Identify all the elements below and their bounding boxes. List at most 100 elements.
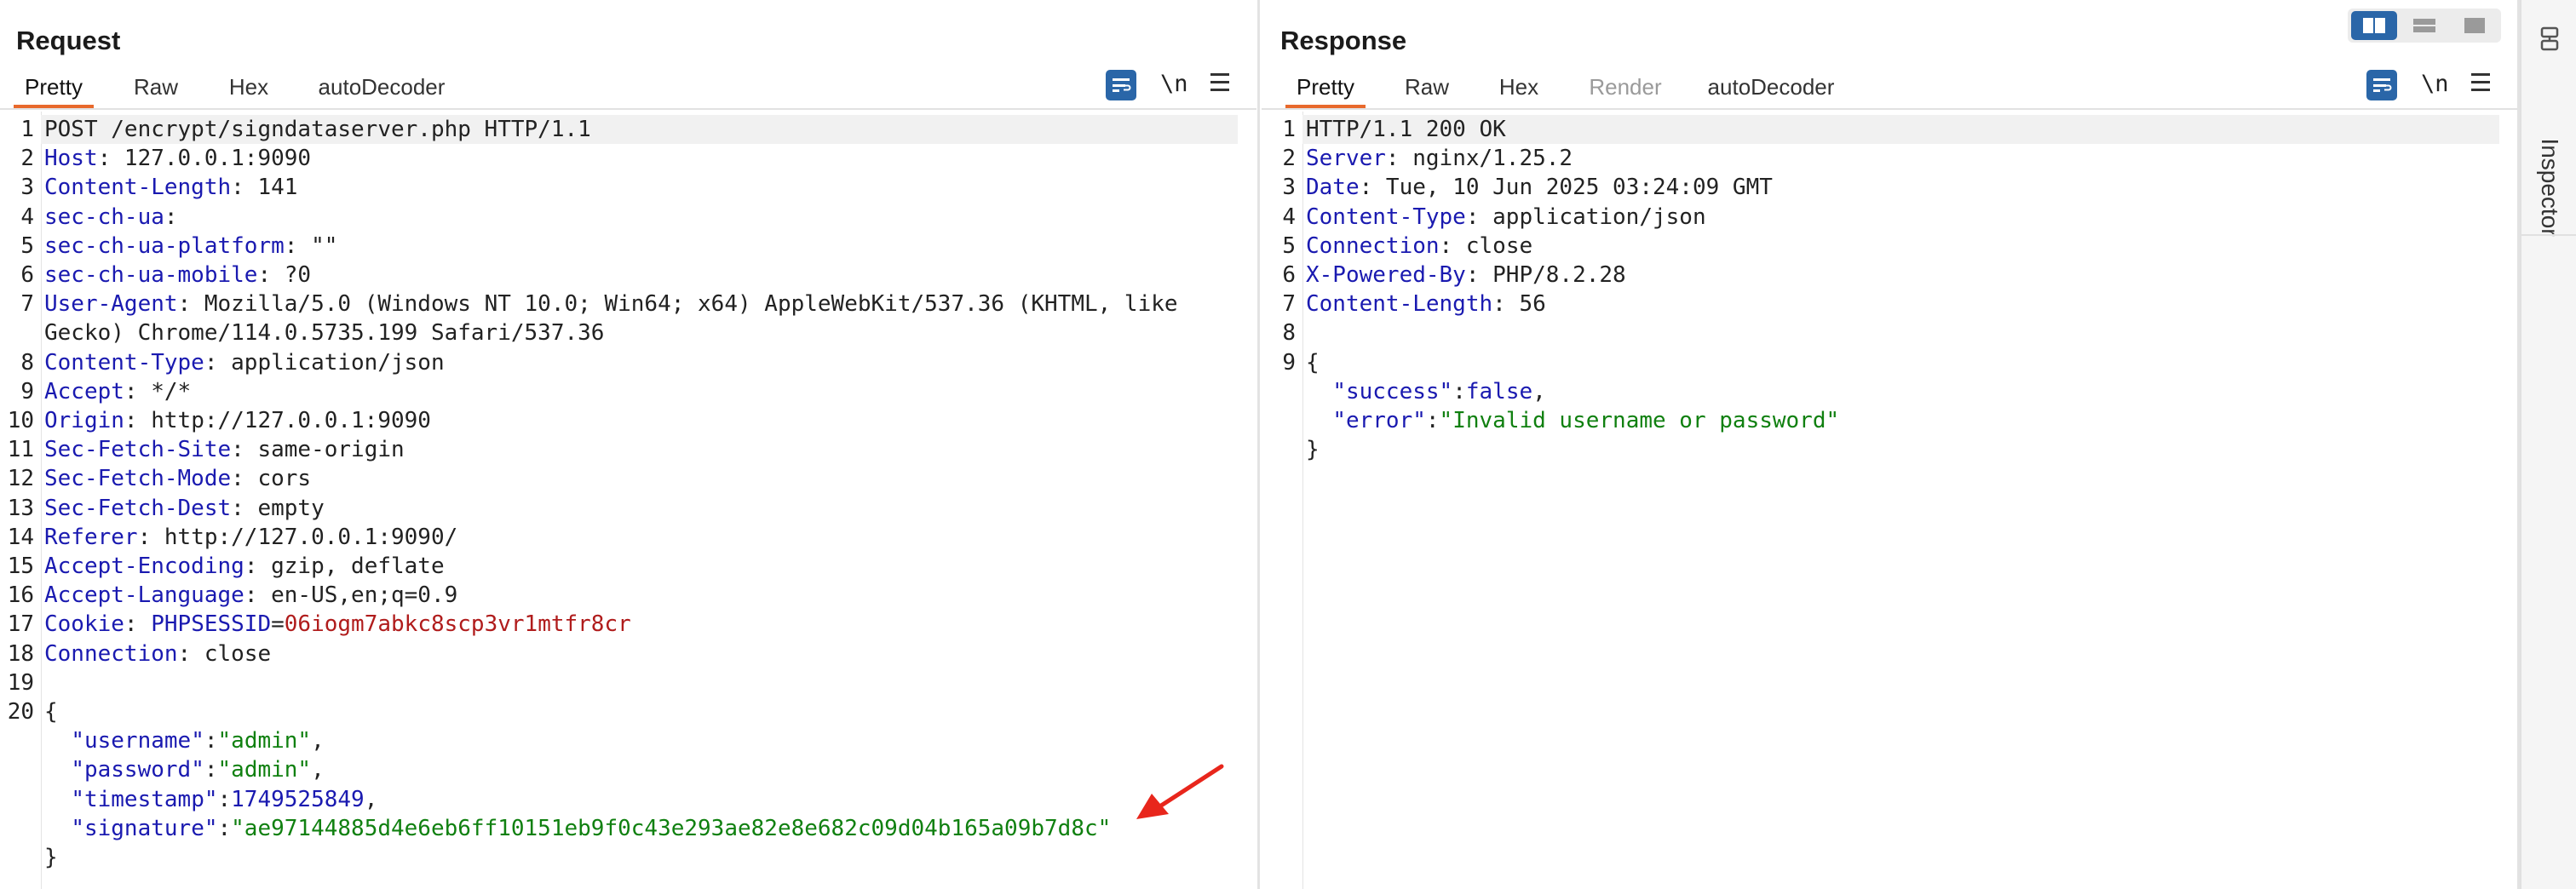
- token: : */*: [124, 378, 192, 404]
- token: ,: [311, 757, 325, 783]
- token: Connection: [44, 640, 178, 667]
- request-tab-autodecoder[interactable]: autoDecoder: [313, 70, 450, 107]
- request-tab-raw[interactable]: Raw: [124, 70, 187, 107]
- line-text: "signature":"ae97144885d4e6eb6ff10151eb9…: [44, 814, 1111, 843]
- response-editor[interactable]: 1 HTTP/1.1 200 OK 2 Server: nginx/1.25.2 3 Da…: [1262, 112, 2518, 889]
- response-tab-render[interactable]: Render: [1578, 70, 1672, 107]
- request-panel: Request Pretty Raw Hex autoDecoder \n 1P…: [0, 0, 1256, 889]
- line-text: Accept-Encoding: gzip, deflate: [44, 552, 445, 581]
- line-number: 7: [1282, 291, 1296, 318]
- code-line: 7 User-Agent: Mozilla/5.0 (Windows NT 10.…: [0, 290, 1256, 318]
- line-number: 1: [1282, 117, 1296, 142]
- token: "admin": [217, 728, 312, 754]
- inspector-icon[interactable]: [2539, 26, 2561, 53]
- code-line: 19: [0, 668, 1256, 697]
- inspector-label[interactable]: Inspector: [2521, 77, 2576, 298]
- code-line: 6 X-Powered-By: PHP/8.2.28: [1262, 261, 2518, 290]
- token: Accept: [44, 378, 124, 404]
- response-tab-hex[interactable]: Hex: [1490, 70, 1548, 107]
- line-text: "password":"admin",: [44, 755, 325, 784]
- response-tab-autodecoder[interactable]: autoDecoder: [1703, 70, 1839, 107]
- line-text: Origin: http://127.0.0.1:9090: [44, 406, 431, 435]
- line-number: 17: [7, 611, 34, 638]
- token: : cors: [231, 466, 312, 492]
- menu-icon[interactable]: [2471, 73, 2490, 92]
- token: : http://127.0.0.1:9090/: [137, 524, 458, 550]
- line-text: Connection: close: [1306, 232, 1532, 261]
- code-line: }: [0, 843, 1256, 872]
- request-tab-pretty[interactable]: Pretty: [14, 70, 94, 108]
- token: : same-origin: [231, 437, 405, 463]
- line-number: 14: [7, 524, 34, 550]
- line-text: "username":"admin",: [44, 726, 324, 755]
- request-editor[interactable]: 1 POST /encrypt/signdataserver.php HTTP/1…: [0, 112, 1256, 889]
- token: }: [44, 845, 58, 870]
- token: Content-Length: [44, 175, 232, 201]
- code-line: 2 Server: nginx/1.25.2: [1262, 144, 2518, 173]
- token: Connection: [1306, 232, 1440, 259]
- pane-splitter[interactable]: [1257, 0, 1260, 889]
- token: "password": [71, 757, 204, 783]
- response-title: Response: [1280, 26, 1407, 55]
- line-number: 7: [20, 291, 34, 318]
- layout-side-by-side-icon[interactable]: [2351, 11, 2397, 40]
- token: POST /encrypt/signdataserver.php HTTP/1.…: [44, 117, 591, 142]
- code-line: "signature":"ae97144885d4e6eb6ff10151eb9…: [0, 814, 1256, 843]
- request-tab-hex[interactable]: Hex: [220, 70, 278, 107]
- token: :: [1452, 378, 1466, 404]
- layout-stacked-icon[interactable]: [2401, 11, 2447, 40]
- code-line: 4 sec-ch-ua:: [0, 203, 1256, 232]
- line-number: 1: [20, 117, 34, 142]
- line-number: 20: [7, 699, 34, 725]
- token: "error": [1332, 408, 1426, 433]
- menu-icon[interactable]: [1210, 73, 1229, 92]
- line-text: }: [1306, 435, 1320, 464]
- line-text: User-Agent: Mozilla/5.0 (Windows NT 10.0…: [44, 290, 1178, 318]
- line-text: Accept-Language: en-US,en;q=0.9: [44, 581, 457, 610]
- token: Gecko) Chrome/114.0.5735.199 Safari/537.…: [44, 320, 605, 347]
- word-wrap-icon[interactable]: [2366, 70, 2397, 100]
- token: Referer: [44, 524, 138, 550]
- line-number: 9: [1282, 349, 1296, 376]
- line-number: 10: [7, 408, 34, 433]
- line-text: "error":"Invalid username or password": [1306, 406, 1839, 435]
- code-line: 1 POST /encrypt/signdataserver.php HTTP/1…: [0, 115, 1256, 144]
- newline-toggle-button[interactable]: \n: [2421, 71, 2449, 97]
- inspector-sidebar[interactable]: Inspector: [2520, 0, 2576, 889]
- line-text: Sec-Fetch-Mode: cors: [44, 464, 311, 493]
- response-tab-pretty[interactable]: Pretty: [1285, 70, 1366, 108]
- newline-toggle-button[interactable]: \n: [1160, 71, 1188, 97]
- inspector-divider: [2521, 234, 2576, 236]
- line-text: Sec-Fetch-Dest: empty: [44, 494, 325, 523]
- line-number: 4: [20, 204, 34, 230]
- line-text: Host: 127.0.0.1:9090: [44, 144, 311, 173]
- line-number: 9: [20, 378, 34, 404]
- code-line: 15 Accept-Encoding: gzip, deflate: [0, 552, 1256, 581]
- token: 1749525849: [231, 786, 365, 812]
- token: sec-ch-ua-mobile: [44, 262, 258, 288]
- layout-single-icon[interactable]: [2452, 11, 2498, 40]
- code-line: "timestamp":1749525849,: [0, 785, 1256, 814]
- line-text: Server: nginx/1.25.2: [1306, 144, 1573, 173]
- token: : 127.0.0.1:9090: [97, 146, 312, 172]
- line-text: {: [44, 697, 58, 726]
- token: "timestamp": [71, 786, 218, 812]
- token: :: [217, 815, 232, 841]
- token: PHPSESSID: [151, 611, 272, 638]
- token: Content-Type: [1306, 204, 1466, 230]
- response-tab-raw[interactable]: Raw: [1395, 70, 1458, 107]
- line-number: 12: [7, 466, 34, 492]
- red-arrow-annotation: [1136, 764, 1224, 819]
- code-line: 16 Accept-Language: en-US,en;q=0.9: [0, 581, 1256, 610]
- word-wrap-icon[interactable]: [1106, 70, 1136, 100]
- line-number: 11: [7, 437, 34, 463]
- token: "username": [71, 728, 204, 754]
- line-text: Date: Tue, 10 Jun 2025 03:24:09 GMT: [1306, 173, 1773, 202]
- code-line: "password":"admin",: [0, 755, 1256, 784]
- token: : http://127.0.0.1:9090: [124, 408, 431, 433]
- token: "success": [1332, 378, 1453, 404]
- token: Content-Type: [44, 349, 204, 376]
- code-line: 17 Cookie: PHPSESSID=06iogm7abkc8scp3vr1m…: [0, 610, 1256, 639]
- token: :: [164, 204, 178, 230]
